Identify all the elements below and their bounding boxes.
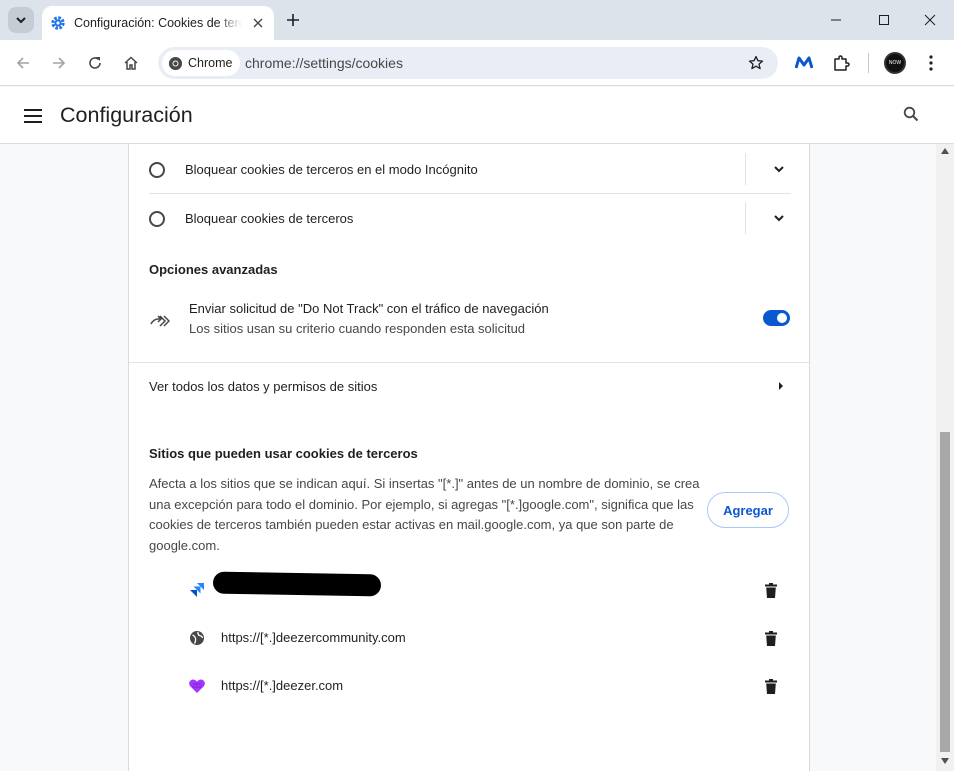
chip-label: Chrome: [188, 56, 233, 70]
browser-tab[interactable]: Configuración: Cookies de terceros: [42, 6, 274, 40]
close-icon: [924, 14, 936, 26]
site-url: https://[*.]deezer.com: [221, 678, 344, 693]
scroll-down-arrow-icon[interactable]: [941, 758, 949, 764]
trash-icon[interactable]: [761, 628, 781, 648]
site-row: https://[*.]deezer.com: [187, 662, 791, 710]
browser-toolbar: Chrome chrome://settings/cookies NOW: [0, 40, 954, 86]
extensions-puzzle-icon[interactable]: [829, 51, 853, 75]
option-label: Bloquear cookies de terceros en el modo …: [185, 162, 478, 177]
expand-chevron-icon[interactable]: [769, 159, 789, 179]
redaction-mark: [212, 571, 382, 597]
bookmark-star-icon[interactable]: [746, 53, 766, 73]
chrome-logo-icon: [168, 56, 183, 71]
url-text[interactable]: chrome://settings/cookies: [245, 55, 403, 71]
maximize-icon: [879, 15, 889, 25]
tab-strip: Configuración: Cookies de terceros: [0, 0, 954, 40]
trash-icon[interactable]: [761, 676, 781, 696]
search-icon[interactable]: [900, 103, 922, 125]
all-site-data-link[interactable]: Ver todos los datos y permisos de sitios: [129, 363, 809, 411]
tab-title: Configuración: Cookies de terceros: [74, 16, 242, 30]
all-site-data-label: Ver todos los datos y permisos de sitios: [149, 379, 378, 394]
avatar-text: NOW: [888, 60, 902, 66]
plus-icon: [287, 14, 299, 26]
globe-icon: [187, 628, 207, 648]
settings-gear-icon: [50, 15, 66, 31]
forward-arrow-icon: [53, 57, 66, 69]
site-row: https://[*.]deezercommunity.com: [187, 614, 791, 662]
scrollbar-thumb[interactable]: [940, 432, 950, 752]
advanced-options-title: Opciones avanzadas: [149, 262, 278, 277]
extension-m-icon[interactable]: [792, 51, 816, 75]
home-icon: [124, 56, 138, 70]
page-title: Configuración: [60, 103, 193, 127]
cookies-settings-card: Bloquear cookies de terceros en el modo …: [128, 144, 810, 771]
reload-icon: [89, 57, 101, 69]
new-tab-button[interactable]: [282, 9, 304, 31]
allowed-sites-title: Sitios que pueden usar cookies de tercer…: [149, 446, 418, 461]
dnt-title: Enviar solicitud de "Do Not Track" con e…: [189, 301, 549, 316]
forward-button[interactable]: [47, 51, 71, 75]
deezer-heart-icon: [187, 676, 207, 696]
row-divider: [745, 202, 746, 234]
address-bar[interactable]: Chrome chrome://settings/cookies: [158, 47, 778, 79]
settings-content: Bloquear cookies de terceros en el modo …: [0, 144, 936, 771]
arrow-right-icon: [773, 378, 789, 394]
dnt-toggle[interactable]: [763, 310, 790, 326]
minimize-icon: [831, 19, 841, 21]
radio-button[interactable]: [149, 161, 165, 178]
reload-button[interactable]: [83, 51, 107, 75]
hamburger-menu-icon[interactable]: [24, 105, 46, 127]
jira-icon: [187, 580, 207, 600]
tab-close-icon[interactable]: [250, 15, 266, 31]
chevron-down-icon: [16, 17, 26, 24]
radio-button[interactable]: [149, 210, 165, 227]
settings-header: Configuración: [0, 87, 954, 144]
minimize-button[interactable]: [824, 8, 848, 32]
toolbar-divider: [868, 53, 869, 73]
trash-icon[interactable]: [761, 580, 781, 600]
tab-search-button[interactable]: [8, 7, 34, 33]
option-block-third-party[interactable]: Bloquear cookies de terceros: [149, 194, 791, 243]
back-button[interactable]: [11, 51, 35, 75]
page-scrollbar[interactable]: [936, 144, 954, 771]
site-url: https://[*.]deezercommunity.com: [221, 630, 406, 645]
scroll-up-arrow-icon[interactable]: [941, 148, 949, 154]
expand-chevron-icon[interactable]: [769, 208, 789, 228]
add-site-button[interactable]: Agregar: [707, 492, 789, 528]
allowed-sites-description: Afecta a los sitios que se indican aquí.…: [149, 476, 700, 553]
site-info-chip[interactable]: Chrome: [162, 50, 241, 76]
kebab-menu-icon[interactable]: [919, 51, 943, 75]
maximize-button[interactable]: [872, 8, 896, 32]
row-divider: [745, 153, 746, 185]
home-button[interactable]: [119, 51, 143, 75]
back-arrow-icon: [16, 57, 29, 69]
do-not-track-icon: [149, 310, 171, 332]
profile-avatar[interactable]: NOW: [884, 52, 906, 74]
dnt-subtitle: Los sitios usan su criterio cuando respo…: [189, 321, 526, 336]
close-window-button[interactable]: [918, 8, 942, 32]
site-row: [187, 566, 791, 614]
option-block-incognito[interactable]: Bloquear cookies de terceros en el modo …: [149, 145, 791, 194]
option-label: Bloquear cookies de terceros: [185, 211, 354, 226]
